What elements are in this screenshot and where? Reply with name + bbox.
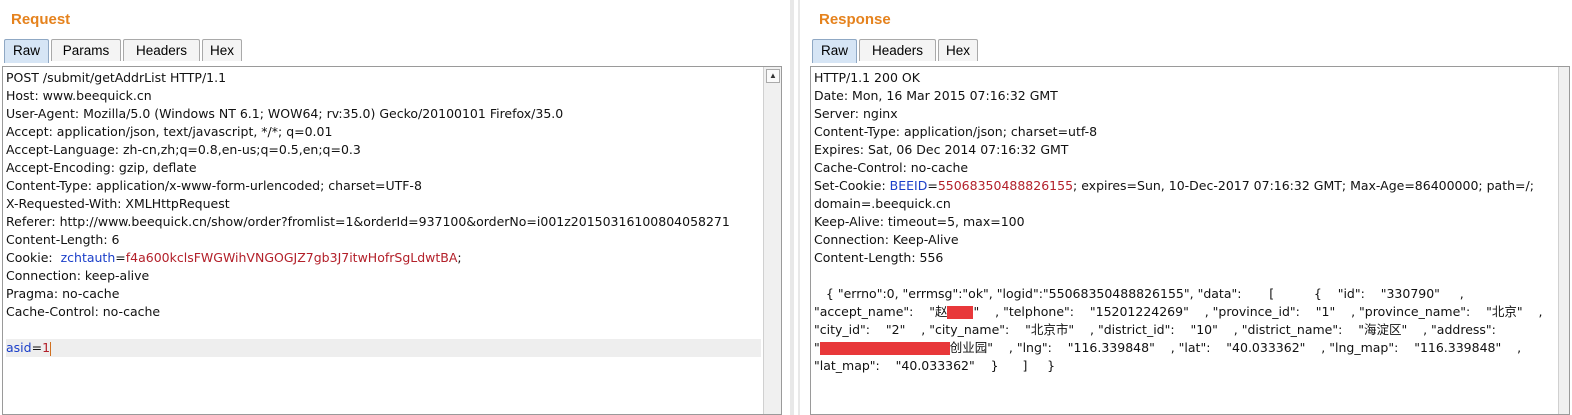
- response-scrollbar[interactable]: [1558, 67, 1569, 414]
- response-line: Content-Length: 556: [814, 250, 944, 265]
- request-line: POST /submit/getAddrList HTTP/1.1: [6, 70, 227, 85]
- cookie-value: f4a600kclsFWGWihVNGOGJZ7gb3J7itwHofrSgLd…: [125, 250, 458, 265]
- json-body-line: "accept_name": "赵 " , "telphone": "152012…: [814, 303, 1549, 321]
- tab-hex[interactable]: Hex: [938, 39, 978, 61]
- request-line: X-Requested-With: XMLHttpRequest: [6, 196, 230, 211]
- request-line: Cache-Control: no-cache: [6, 304, 161, 319]
- json-body-line: { "errno":0, "errmsg":"ok", "logid":"550…: [814, 286, 1464, 301]
- set-cookie-value: 55068350488826155: [937, 178, 1074, 193]
- request-line: Accept-Encoding: gzip, deflate: [6, 160, 197, 175]
- body-param-name: asid: [6, 340, 32, 355]
- json-fragment: "accept_name": "赵: [814, 304, 948, 319]
- response-pane: Response Raw Headers Hex HTTP/1.1 200 OK…: [808, 0, 1572, 415]
- json-fragment: 创业园" , "lng": "116.339848" , "lat": "40.…: [949, 340, 1522, 355]
- response-line: Expires: Sat, 06 Dec 2014 07:16:32 GMT: [814, 142, 1069, 157]
- json-body-line: "lat_map": "40.033362" } ] }: [814, 358, 1056, 373]
- response-line: Content-Type: application/json; charset=…: [814, 124, 1098, 139]
- cookie-line: Cookie: zchtauth=f4a600kclsFWGWihVNGOGJZ…: [6, 249, 761, 267]
- response-line: Connection: Keep-Alive: [814, 232, 959, 247]
- split-divider-edge: [798, 0, 800, 415]
- tab-headers[interactable]: Headers: [123, 39, 200, 61]
- request-pane: Request Raw Params Headers Hex POST /sub…: [0, 0, 790, 415]
- request-line: Content-Length: 6: [6, 232, 120, 247]
- scroll-up-icon[interactable]: ▲: [766, 69, 780, 83]
- request-line: User-Agent: Mozilla/5.0 (Windows NT 6.1;…: [6, 106, 564, 121]
- json-fragment: " , "telphone": "15201224269" , "provinc…: [973, 304, 1543, 319]
- tab-raw[interactable]: Raw: [812, 39, 857, 63]
- response-line: Cache-Control: no-cache: [814, 160, 969, 175]
- request-line: Accept: application/json, text/javascrip…: [6, 124, 333, 139]
- tab-headers[interactable]: Headers: [859, 39, 936, 61]
- response-line: HTTP/1.1 200 OK: [814, 70, 920, 85]
- request-line: Referer: http://www.beequick.cn/show/ord…: [6, 214, 730, 229]
- request-line: Connection: keep-alive: [6, 268, 150, 283]
- request-editor[interactable]: POST /submit/getAddrList HTTP/1.1 Host: …: [2, 66, 782, 415]
- split-divider[interactable]: [790, 0, 794, 415]
- request-title: Request: [11, 11, 71, 28]
- cookie-eq: =: [115, 250, 126, 265]
- json-body-line: "city_id": "2" , "city_name": "北京市" , "d…: [814, 322, 1496, 337]
- tab-hex[interactable]: Hex: [202, 39, 242, 61]
- response-line: Date: Mon, 16 Mar 2015 07:16:32 GMT: [814, 88, 1058, 103]
- text-caret: [50, 341, 52, 356]
- json-body-line: " 创业园" , "lng": "116.339848" , "lat": "40…: [814, 339, 1549, 357]
- set-cookie-eq: =: [927, 178, 938, 193]
- cookie-suffix: ;: [457, 250, 462, 265]
- set-cookie-name: BEEID: [889, 178, 928, 193]
- body-line: asid=1: [6, 339, 761, 357]
- cookie-name: zchtauth: [60, 250, 116, 265]
- redaction-block: [819, 342, 950, 355]
- response-line: domain=.beequick.cn: [814, 196, 951, 211]
- response-line: Keep-Alive: timeout=5, max=100: [814, 214, 1025, 229]
- set-cookie-rest: ; expires=Sun, 10-Dec-2017 07:16:32 GMT;…: [1073, 178, 1534, 193]
- set-cookie-line: Set-Cookie: BEEID=55068350488826155; exp…: [814, 177, 1549, 195]
- tab-params[interactable]: Params: [51, 39, 121, 61]
- request-scrollbar[interactable]: ▲: [763, 67, 781, 414]
- response-line: Server: nginx: [814, 106, 898, 121]
- request-line: Host: www.beequick.cn: [6, 88, 152, 103]
- request-line: Content-Type: application/x-www-form-url…: [6, 178, 422, 193]
- cookie-prefix: Cookie:: [6, 250, 61, 265]
- response-title: Response: [819, 11, 891, 28]
- response-editor[interactable]: HTTP/1.1 200 OK Date: Mon, 16 Mar 2015 0…: [810, 66, 1570, 415]
- request-line: Accept-Language: zh-cn,zh;q=0.8,en-us;q=…: [6, 142, 361, 157]
- body-eq: =: [31, 340, 43, 355]
- redaction-block: [947, 306, 974, 319]
- set-cookie-prefix: Set-Cookie:: [814, 178, 890, 193]
- request-line: Pragma: no-cache: [6, 286, 120, 301]
- body-param-value: 1: [42, 340, 51, 355]
- tab-raw[interactable]: Raw: [4, 39, 49, 63]
